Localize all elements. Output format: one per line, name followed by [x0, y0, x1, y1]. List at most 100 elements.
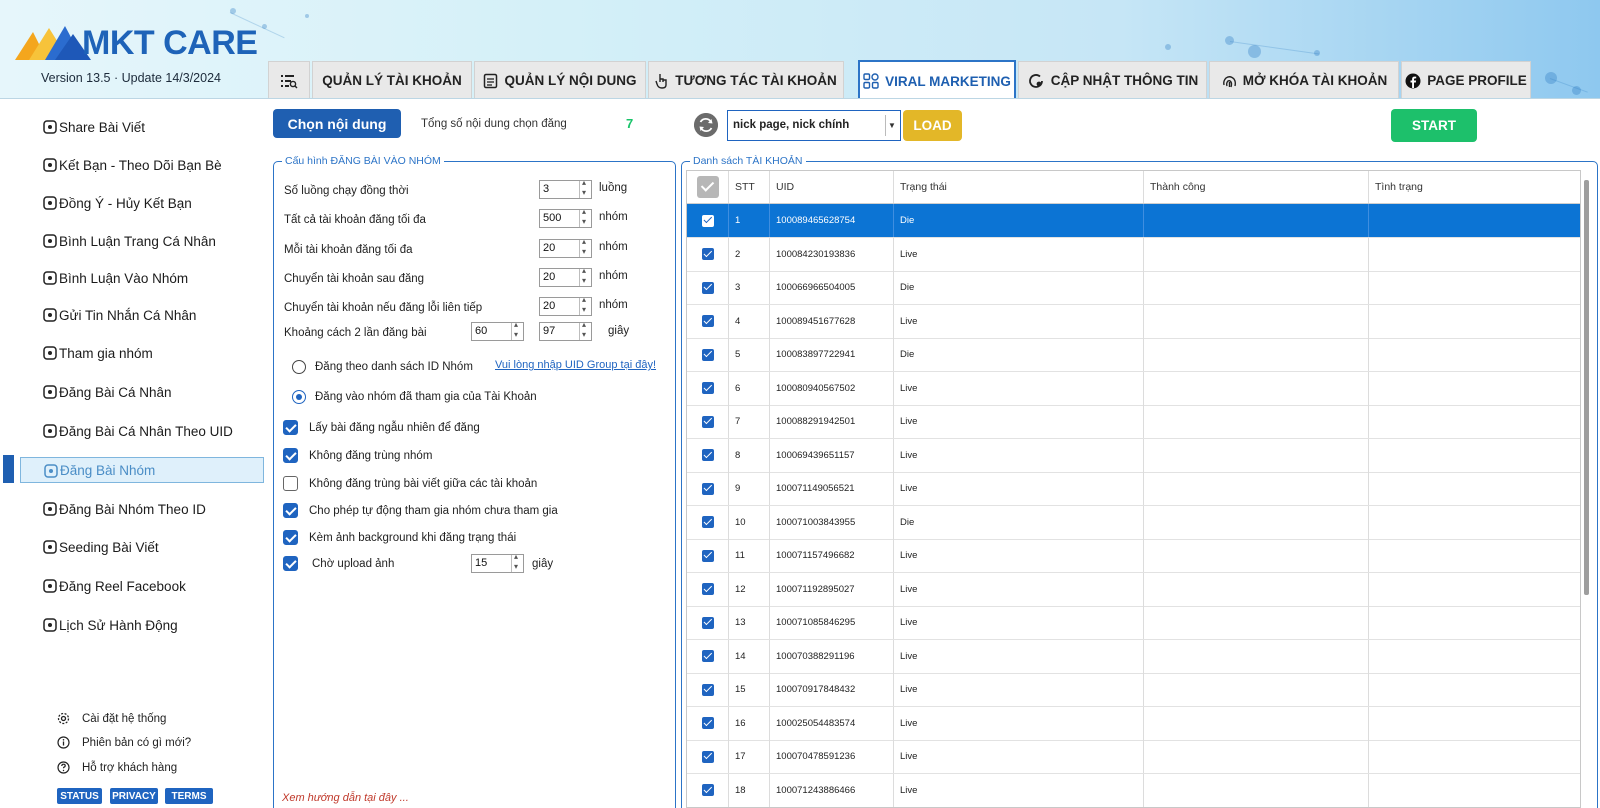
tab-viral-marketing[interactable]: VIRAL MARKETING [858, 60, 1016, 98]
table-scrollbar[interactable] [1584, 180, 1589, 595]
tab-menu[interactable] [268, 61, 310, 98]
row-checkbox-cell[interactable] [687, 639, 729, 673]
table-row[interactable]: 12 100071192895027 Live [687, 572, 1580, 607]
sidebar-item-tham-gia-nhom[interactable]: Tham gia nhóm [20, 340, 264, 366]
sidebar-item-binh-luan-trang-ca-nhan[interactable]: Bình Luận Trang Cá Nhân [20, 228, 264, 254]
tab-page-profile[interactable]: PAGE PROFILE [1401, 61, 1531, 98]
start-button[interactable]: START [1391, 109, 1477, 142]
option-checkbox[interactable] [283, 556, 298, 571]
row-checkbox[interactable] [702, 281, 714, 294]
row-checkbox[interactable] [702, 650, 714, 662]
sidebar-item-seeding-bai-viet[interactable]: Seeding Bài Viết [20, 534, 264, 560]
sidebar-item-dang-reel-facebook[interactable]: Đăng Reel Facebook [20, 573, 264, 599]
row-checkbox-cell[interactable] [687, 304, 729, 338]
table-row[interactable]: 4 100089451677628 Live [687, 304, 1580, 339]
terms-button[interactable]: TERMS [165, 788, 213, 804]
sidebar-item-binh-luan-vao-nhom[interactable]: Bình Luận Vào Nhóm [20, 265, 264, 291]
enter-uid-group-link[interactable]: Vui lòng nhập UID Group tại đây! [495, 359, 656, 371]
table-row[interactable]: 11 100071157496682 Live [687, 539, 1580, 573]
table-row[interactable]: 7 100088291942501 Live [687, 405, 1580, 439]
sidebar-item-dang-bai-ca-nhan-theo-uid[interactable]: Đăng Bài Cá Nhân Theo UID [20, 418, 264, 444]
spinner-icon[interactable] [579, 320, 591, 340]
tab-unlock-account[interactable]: MỞ KHÓA TÀI KHOẢN [1209, 61, 1399, 98]
status-button[interactable]: STATUS [57, 788, 102, 804]
row-checkbox-cell[interactable] [687, 338, 729, 371]
table-row[interactable]: 16 100025054483574 Live [687, 706, 1580, 741]
table-row[interactable]: 9 100071149056521 Live [687, 472, 1580, 506]
table-row[interactable]: 3 100066966504005 Die [687, 271, 1580, 305]
spinner-icon[interactable] [579, 266, 591, 286]
row-checkbox-cell[interactable] [687, 472, 729, 505]
tab-update-info[interactable]: CẬP NHẬT THÔNG TIN [1018, 61, 1207, 98]
spinner-icon[interactable] [511, 552, 523, 572]
row-checkbox-cell[interactable] [687, 237, 729, 271]
sidebar-item-gui-tin-nhan-ca-nhan[interactable]: Gửi Tin Nhắn Cá Nhân [20, 302, 264, 328]
footer-whats-new[interactable]: Phiên bản có gì mới? [57, 736, 191, 749]
sidebar-item-dong-y-huy-ket-ban[interactable]: Đồng Ý - Hủy Kết Bạn [20, 190, 264, 216]
row-checkbox-cell[interactable] [687, 405, 729, 438]
config-field-input[interactable]: 20 [539, 266, 592, 287]
spinner-icon[interactable] [579, 178, 591, 198]
config-field-input[interactable]: 3 [539, 178, 592, 199]
tab-account-interaction[interactable]: TƯƠNG TÁC TÀI KHOẢN [648, 61, 844, 98]
option-checkbox[interactable] [283, 530, 298, 545]
option-checkbox[interactable] [283, 448, 298, 463]
chevron-down-icon[interactable]: ▼ [885, 115, 898, 136]
select-all-cell[interactable] [687, 171, 729, 203]
upload-wait-input[interactable]: 15 [471, 552, 524, 573]
sidebar-item-dang-bai-nhom[interactable]: Đăng Bài Nhóm [20, 457, 264, 483]
table-row[interactable]: 15 100070917848432 Live [687, 673, 1580, 707]
row-checkbox[interactable] [702, 784, 714, 796]
row-checkbox-cell[interactable] [687, 606, 729, 639]
row-checkbox[interactable] [702, 750, 714, 763]
row-checkbox[interactable] [702, 482, 714, 495]
row-checkbox-cell[interactable] [687, 773, 729, 807]
footer-system-settings[interactable]: Cài đặt hệ thống [57, 712, 166, 725]
row-checkbox[interactable] [702, 583, 714, 595]
privacy-button[interactable]: PRIVACY [110, 788, 158, 804]
option-checkbox[interactable] [283, 420, 298, 435]
tab-account-management[interactable]: QUẢN LÝ TÀI KHOẢN [312, 61, 472, 98]
row-checkbox-cell[interactable] [687, 740, 729, 773]
radio-joined-groups[interactable] [292, 390, 306, 404]
row-checkbox[interactable] [702, 348, 714, 361]
row-checkbox-cell[interactable] [687, 572, 729, 606]
row-checkbox-cell[interactable] [687, 706, 729, 740]
config-field-input[interactable]: 20 [539, 237, 592, 258]
sidebar-item-dang-bai-ca-nhan[interactable]: Đăng Bài Cá Nhân [20, 379, 264, 405]
table-row[interactable]: 14 100070388291196 Live [687, 639, 1580, 674]
spinner-icon[interactable] [511, 320, 523, 340]
row-checkbox[interactable] [702, 214, 714, 227]
spinner-icon[interactable] [579, 295, 591, 315]
row-checkbox[interactable] [702, 683, 714, 696]
row-checkbox[interactable] [702, 415, 714, 428]
row-checkbox[interactable] [702, 248, 714, 260]
interval-max-input[interactable]: 97 [539, 320, 592, 341]
select-all-checkbox[interactable] [697, 176, 719, 198]
choose-content-button[interactable]: Chọn nội dung [273, 109, 401, 138]
load-button[interactable]: LOAD [903, 110, 962, 141]
table-row[interactable]: 18 100071243886466 Live [687, 773, 1580, 807]
row-checkbox[interactable] [702, 616, 714, 629]
table-row[interactable]: 17 100070478591236 Live [687, 740, 1580, 774]
table-row[interactable]: 6 100080940567502 Live [687, 371, 1580, 406]
table-row[interactable]: 10 100071003843955 Die [687, 505, 1580, 540]
spinner-icon[interactable] [579, 237, 591, 257]
interval-min-input[interactable]: 60 [471, 320, 524, 341]
row-checkbox-cell[interactable] [687, 673, 729, 706]
sidebar-item-dang-bai-nhom-theo-id[interactable]: Đăng Bài Nhóm Theo ID [20, 496, 264, 522]
row-checkbox[interactable] [702, 315, 714, 327]
row-checkbox-cell[interactable] [687, 505, 729, 539]
row-checkbox[interactable] [702, 717, 714, 729]
table-row[interactable]: 1 100089465628754 Die [687, 204, 1580, 238]
option-checkbox[interactable] [283, 476, 298, 491]
sidebar-item-share-bai-viet[interactable]: Share Bài Viết [20, 114, 264, 140]
row-checkbox[interactable] [702, 516, 714, 528]
table-row[interactable]: 8 100069439651157 Live [687, 438, 1580, 473]
config-field-input[interactable]: 20 [539, 295, 592, 316]
row-checkbox-cell[interactable] [687, 204, 729, 237]
table-row[interactable]: 5 100083897722941 Die [687, 338, 1580, 372]
spinner-icon[interactable] [579, 207, 591, 227]
row-checkbox[interactable] [702, 449, 714, 461]
row-checkbox[interactable] [702, 382, 714, 394]
